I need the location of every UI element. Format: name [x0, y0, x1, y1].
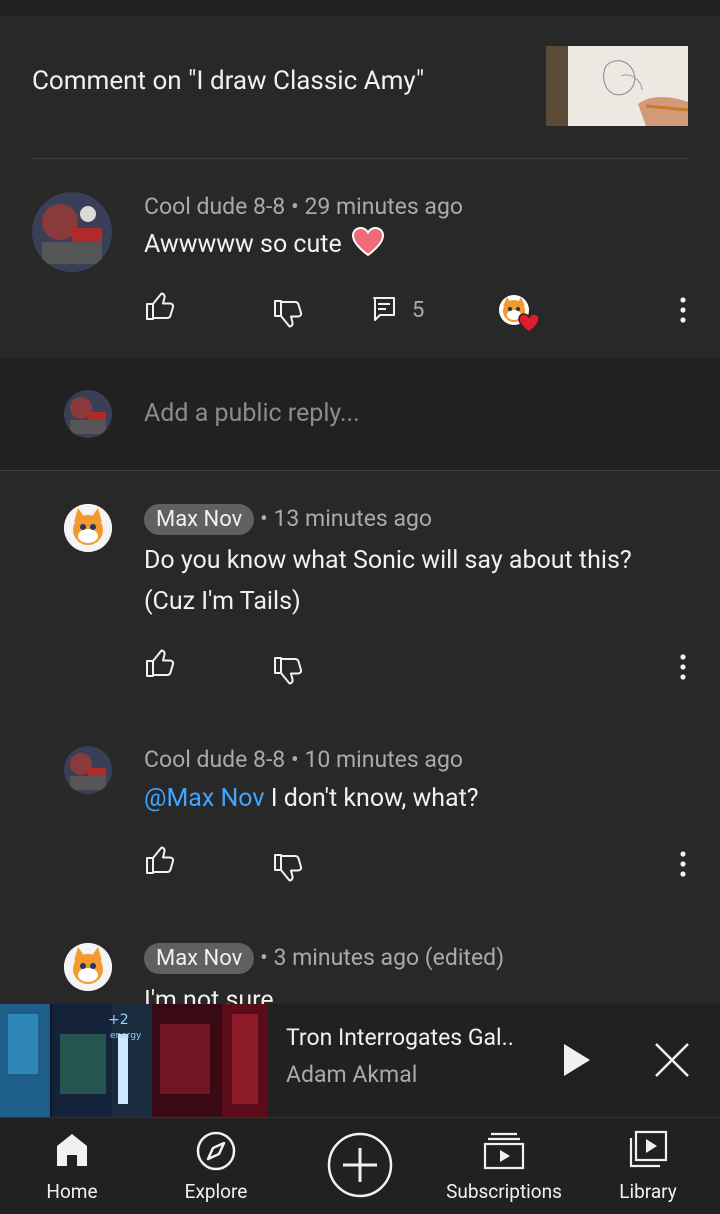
reply-time[interactable]: 13 minutes ago [273, 505, 432, 532]
creator-author-chip[interactable]: Max Nov [144, 943, 255, 974]
dislike-button[interactable] [272, 297, 304, 333]
reply-input[interactable]: Add a public reply... [144, 399, 360, 428]
mini-player-title[interactable]: Tron Interrogates Gal.. [286, 1024, 514, 1051]
home-icon [57, 1134, 87, 1166]
comment-meta: Cool dude 8-8 • 29 minutes ago [144, 193, 463, 220]
close-icon [655, 1043, 689, 1077]
divider [0, 470, 720, 471]
avatar-image [64, 390, 112, 438]
avatar[interactable] [64, 504, 112, 552]
reply-count: 5 [412, 297, 425, 323]
meta-separator: • [290, 746, 299, 773]
nav-explore[interactable]: Explore [166, 1118, 266, 1214]
more-vert-icon [680, 654, 686, 680]
avatar[interactable] [64, 943, 112, 991]
nav-label: Explore [184, 1180, 248, 1203]
like-button[interactable] [144, 648, 176, 684]
creator-heart-icon [499, 295, 540, 333]
dislike-button[interactable] [272, 851, 304, 887]
video-frame-image: +2 energy [0, 1004, 268, 1117]
current-user-avatar [64, 390, 112, 438]
page-title: Comment on "I draw Classic Amy" [32, 66, 425, 96]
meta-separator: • [290, 193, 299, 220]
drawing-image [546, 46, 688, 126]
mini-player-thumbnail[interactable]: +2 energy [0, 1004, 268, 1117]
meta-separator: • [260, 505, 268, 532]
play-icon [564, 1044, 590, 1076]
divider [32, 158, 688, 159]
play-button[interactable] [560, 1042, 592, 1082]
status-bar-strip [0, 0, 720, 16]
nav-label: Home [46, 1180, 98, 1203]
thumbs-down-icon [274, 854, 303, 882]
reply-meta: Max Nov • 3 minutes ago (edited) [144, 943, 504, 974]
more-options-button[interactable] [678, 296, 688, 328]
thumbs-up-icon [146, 649, 175, 677]
more-vert-icon [680, 297, 686, 323]
avatar-image [64, 746, 112, 794]
creator-heart-badge [498, 294, 542, 334]
bottom-nav: Home Explore Subscriptions Library [0, 1117, 720, 1214]
reply-author[interactable]: Cool dude 8-8 [144, 746, 285, 773]
comment-time[interactable]: 29 minutes ago [304, 193, 463, 220]
close-mini-player-button[interactable] [654, 1042, 690, 1082]
dislike-button[interactable] [272, 654, 304, 690]
reply-time[interactable]: 10 minutes ago [304, 746, 463, 773]
thumb-overlay-number: +2 [108, 1012, 129, 1028]
video-thumbnail[interactable] [546, 46, 688, 126]
more-vert-icon [680, 851, 686, 877]
avatar[interactable] [32, 192, 112, 272]
thumbs-up-icon [146, 846, 175, 874]
create-button[interactable] [310, 1118, 410, 1214]
comment-text: Awwwww so cute [144, 230, 342, 259]
nav-library[interactable]: Library [598, 1118, 698, 1214]
reply-text-line-2: (Cuz I'm Tails) [144, 587, 301, 616]
creator-author-chip[interactable]: Max Nov [144, 504, 255, 535]
avatar-image [32, 192, 112, 272]
nav-label: Subscriptions [446, 1180, 562, 1203]
like-button[interactable] [144, 845, 176, 881]
thumbs-up-icon [146, 292, 175, 320]
tails-avatar-image [64, 504, 112, 552]
reply-time[interactable]: 3 minutes ago (edited) [273, 944, 504, 971]
reply-text-line-1: Do you know what Sonic will say about th… [144, 546, 632, 575]
reply-meta: Max Nov • 13 minutes ago [144, 504, 432, 535]
thumbs-down-icon [274, 657, 303, 685]
comment-author[interactable]: Cool dude 8-8 [144, 193, 285, 220]
reply-text-row: @Max Nov I don't know, what? [144, 778, 479, 819]
heart-emoji-icon [351, 226, 384, 270]
mini-player-channel: Adam Akmal [286, 1061, 418, 1088]
more-options-button[interactable] [678, 653, 688, 685]
tails-avatar-image [64, 943, 112, 991]
reply-comment-icon [373, 297, 395, 321]
avatar[interactable] [64, 746, 112, 794]
nav-subscriptions[interactable]: Subscriptions [436, 1118, 572, 1214]
library-icon [629, 1130, 668, 1168]
nav-label: Library [619, 1180, 677, 1203]
more-options-button[interactable] [678, 850, 688, 882]
nav-home[interactable]: Home [22, 1118, 122, 1214]
thumb-overlay-label: energy [110, 1031, 142, 1041]
thumbs-down-icon [274, 300, 303, 328]
comment-text-row: Awwwww so cute [144, 224, 384, 270]
mention-link[interactable]: @Max Nov [144, 784, 265, 813]
replies-button[interactable]: 5 [372, 296, 424, 324]
reply-text: I don't know, what? [270, 784, 479, 813]
like-button[interactable] [144, 291, 176, 327]
reply-meta: Cool dude 8-8 • 10 minutes ago [144, 746, 463, 773]
add-circle-icon [327, 1132, 393, 1198]
compass-icon [196, 1131, 236, 1171]
subscriptions-icon [483, 1132, 525, 1170]
meta-separator: • [260, 944, 268, 971]
